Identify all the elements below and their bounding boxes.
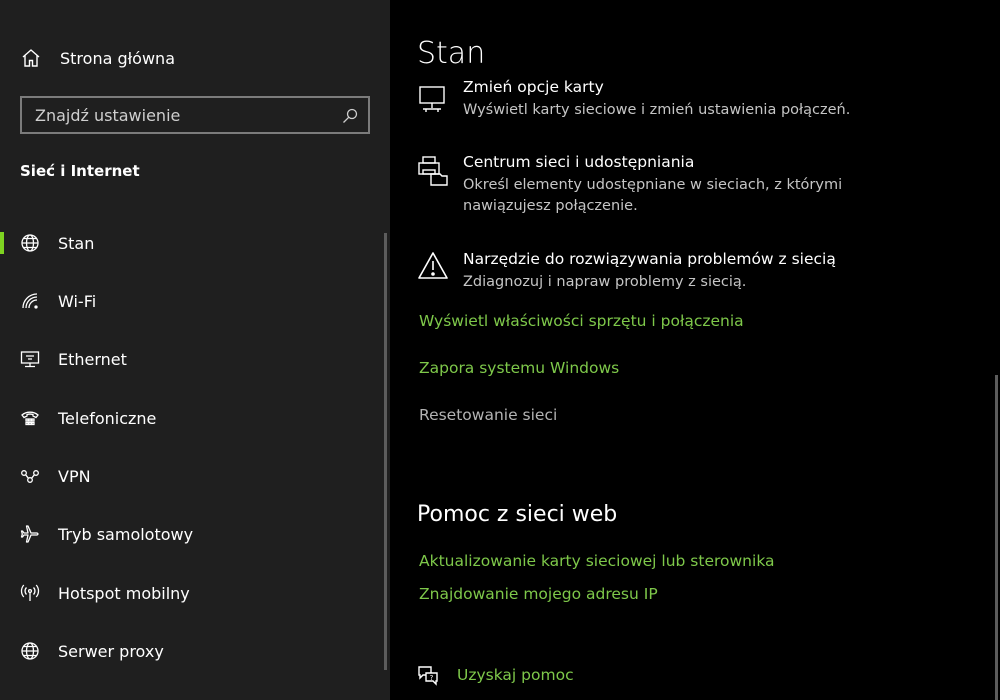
sidebar-item-label: Telefoniczne bbox=[58, 408, 157, 428]
option-change-adapter[interactable]: Zmień opcje karty Wyświetl karty sieciow… bbox=[417, 78, 957, 123]
find-ip-address-link[interactable]: Znajdowanie mojego adresu IP bbox=[419, 585, 658, 603]
sidebar-item-tryb-samolotowy[interactable]: Tryb samolotowy bbox=[0, 514, 385, 554]
sidebar-item-label: Stan bbox=[58, 233, 95, 253]
home-label: Strona główna bbox=[60, 48, 175, 68]
option-desc: Zdiagnozuj i napraw problemy z siecią. bbox=[463, 274, 747, 290]
option-troubleshooter[interactable]: Narzędzie do rozwiązywania problemów z s… bbox=[417, 250, 957, 295]
hotspot-icon bbox=[20, 583, 40, 603]
wifi-icon bbox=[20, 291, 40, 311]
dialup-icon bbox=[20, 408, 40, 428]
option-title: Centrum sieci i udostępniania bbox=[463, 153, 695, 171]
sharing-printer-icon bbox=[417, 155, 449, 187]
search-placeholder: Znajdź ustawienie bbox=[35, 106, 181, 125]
option-desc: Określ elementy udostępniane w sieciach,… bbox=[463, 177, 843, 214]
sidebar-item-wifi[interactable]: Wi-Fi bbox=[0, 281, 385, 321]
sidebar-item-label: Wi-Fi bbox=[58, 291, 97, 311]
sidebar-item-hotspot[interactable]: Hotspot mobilny bbox=[0, 573, 385, 613]
main-scrollbar[interactable] bbox=[995, 375, 998, 700]
sidebar-item-label: Ethernet bbox=[58, 349, 127, 369]
home-button[interactable]: Strona główna bbox=[20, 44, 175, 72]
option-title: Zmień opcje karty bbox=[463, 78, 604, 96]
sidebar-item-serwer-proxy[interactable]: Serwer proxy bbox=[0, 631, 385, 671]
help-section-title: Pomoc z sieci web bbox=[417, 502, 618, 527]
sidebar-item-stan[interactable]: Stan bbox=[0, 223, 385, 263]
get-help-link[interactable]: ? Uzyskaj pomoc bbox=[417, 664, 574, 686]
ethernet-icon bbox=[20, 349, 40, 369]
search-icon[interactable] bbox=[342, 108, 358, 124]
sidebar-item-label: Tryb samolotowy bbox=[58, 524, 194, 544]
sidebar-item-vpn[interactable]: VPN bbox=[0, 456, 385, 496]
home-icon bbox=[20, 47, 42, 69]
vpn-icon bbox=[20, 466, 40, 486]
sidebar-scrollbar[interactable] bbox=[384, 233, 387, 670]
globe-icon bbox=[20, 641, 40, 661]
search-input[interactable]: Znajdź ustawienie bbox=[20, 96, 370, 134]
globe-status-icon bbox=[20, 233, 40, 253]
option-desc: Wyświetl karty sieciowe i zmień ustawien… bbox=[463, 102, 851, 118]
warning-icon bbox=[417, 250, 449, 282]
sidebar-item-label: VPN bbox=[58, 466, 91, 486]
hardware-properties-link[interactable]: Wyświetl właściwości sprzętu i połączeni… bbox=[419, 312, 744, 330]
sidebar-item-label: Serwer proxy bbox=[58, 641, 164, 661]
help-chat-icon: ? bbox=[417, 664, 439, 686]
svg-text:?: ? bbox=[430, 674, 434, 682]
section-title: Sieć i Internet bbox=[20, 162, 140, 180]
sidebar-item-label: Hotspot mobilny bbox=[58, 583, 190, 603]
page-title: Stan bbox=[417, 36, 486, 71]
network-reset-link[interactable]: Resetowanie sieci bbox=[419, 406, 557, 424]
main-content: Stan Zmień opcje karty Wyświetl karty si… bbox=[390, 0, 1000, 700]
sidebar-item-ethernet[interactable]: Ethernet bbox=[0, 339, 385, 379]
windows-firewall-link[interactable]: Zapora systemu Windows bbox=[419, 359, 619, 377]
sidebar: Strona główna Znajdź ustawienie Sieć i I… bbox=[0, 0, 390, 700]
get-help-label: Uzyskaj pomoc bbox=[457, 666, 574, 684]
airplane-icon bbox=[20, 524, 40, 544]
update-adapter-driver-link[interactable]: Aktualizowanie karty sieciowej lub stero… bbox=[419, 552, 775, 570]
monitor-network-icon bbox=[417, 84, 449, 116]
sidebar-item-telefoniczne[interactable]: Telefoniczne bbox=[0, 398, 385, 438]
option-title: Narzędzie do rozwiązywania problemów z s… bbox=[463, 250, 836, 268]
option-sharing-center[interactable]: Centrum sieci i udostępniania Określ ele… bbox=[417, 153, 957, 219]
